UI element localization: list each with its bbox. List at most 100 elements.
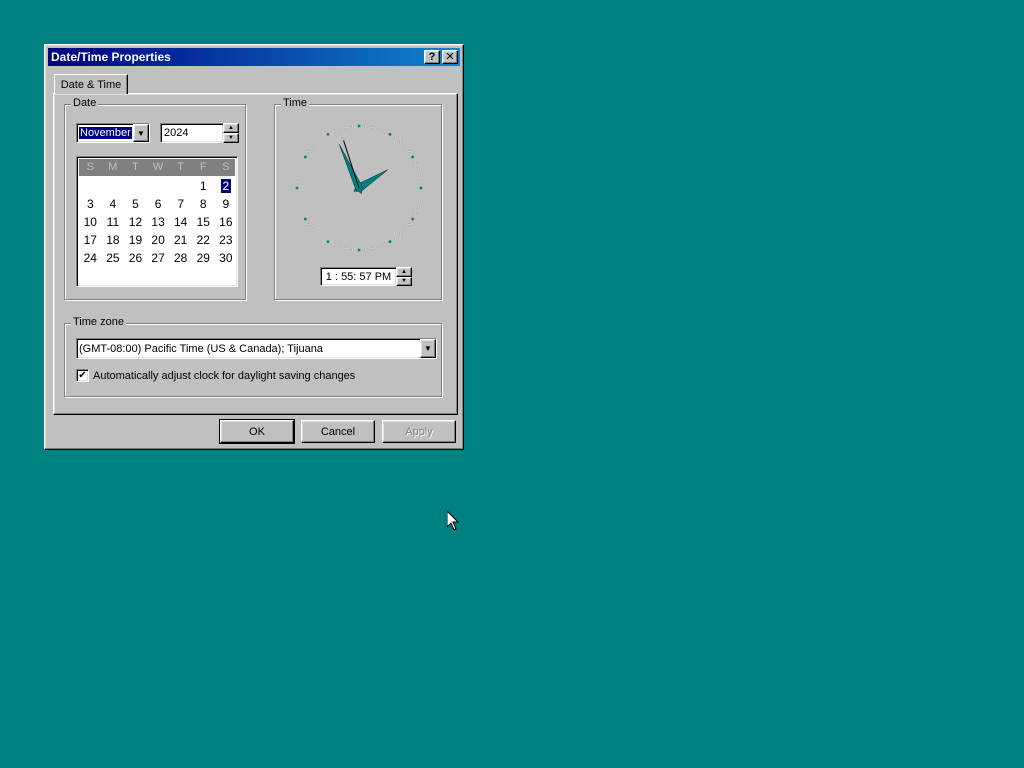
calendar-day[interactable]: 19 — [124, 231, 147, 249]
window-title: Date/Time Properties — [51, 50, 171, 64]
calendar-day[interactable]: 1 — [192, 177, 215, 195]
calendar-day[interactable]: 21 — [169, 231, 192, 249]
month-dropdown[interactable]: November ▼ — [76, 123, 150, 143]
calendar-day[interactable]: 23 — [215, 231, 238, 249]
clock-hour-mark — [357, 248, 361, 252]
calendar-day[interactable]: 17 — [79, 231, 102, 249]
timezone-dropdown-button[interactable]: ▼ — [420, 339, 436, 358]
clock-minute-mark — [364, 125, 367, 128]
calendar-empty-cell — [124, 177, 147, 195]
clock-minute-mark — [316, 233, 319, 235]
timezone-dropdown[interactable]: (GMT-08:00) Pacific Time (US & Canada); … — [76, 338, 437, 359]
time-group-label: Time — [281, 97, 310, 109]
calendar-day[interactable]: 26 — [124, 249, 147, 267]
calendar-day[interactable]: 10 — [79, 213, 102, 231]
clock-hour-mark — [419, 186, 423, 190]
clock-minute-mark — [296, 180, 299, 183]
year-down-button[interactable]: ▼ — [223, 133, 239, 143]
clock-minute-mark — [338, 246, 341, 248]
time-up-button[interactable]: ▲ — [396, 267, 412, 277]
calendar-day[interactable]: 22 — [192, 231, 215, 249]
weekday-label: F — [199, 161, 207, 173]
arrow-up-icon: ▲ — [228, 125, 234, 131]
calendar-empty-cell — [79, 177, 102, 195]
time-down-button[interactable]: ▼ — [396, 276, 412, 286]
calendar-day[interactable]: 7 — [169, 195, 192, 213]
clock-minute-mark — [377, 246, 380, 248]
calendar-empty-cell — [169, 177, 192, 195]
clock-minute-mark — [399, 233, 402, 235]
clock-minute-mark — [417, 206, 419, 209]
year-spinner[interactable]: ▲ ▼ — [223, 123, 239, 143]
dst-label: Automatically adjust clock for daylight … — [93, 369, 356, 382]
calendar-day[interactable]: 13 — [147, 213, 170, 231]
cancel-button[interactable]: Cancel — [301, 420, 375, 443]
calendar-day[interactable]: 30 — [215, 249, 238, 267]
calendar-day[interactable]: 29 — [192, 249, 215, 267]
calendar-day[interactable]: 6 — [147, 195, 170, 213]
year-up-button[interactable]: ▲ — [223, 123, 239, 133]
year-field[interactable]: 2024 — [160, 123, 224, 143]
weekday-label: S — [86, 161, 94, 173]
clock-hour-mark — [295, 186, 299, 190]
arrow-down-icon: ▼ — [228, 135, 234, 141]
date-time-properties-window: Date/Time Properties ? ✕ Date & Time Dat… — [44, 44, 464, 450]
time-spinner[interactable]: ▲ ▼ — [396, 267, 412, 286]
calendar-day[interactable]: 16 — [215, 213, 238, 231]
clock-minute-mark — [316, 141, 319, 143]
calendar-day[interactable]: 8 — [192, 195, 215, 213]
clock-minute-mark — [301, 161, 304, 164]
calendar-day[interactable]: 15 — [192, 213, 215, 231]
tab-date-time[interactable]: Date & Time — [54, 74, 128, 94]
clock-minute-mark — [404, 228, 406, 231]
calendar-day[interactable]: 2 — [220, 179, 232, 193]
time-value: 1 : 55: 57 PM — [325, 270, 392, 283]
calendar-day[interactable]: 3 — [79, 195, 102, 213]
dst-checkbox-row[interactable]: ✔ Automatically adjust clock for dayligh… — [76, 369, 355, 382]
calendar-day[interactable]: 11 — [102, 213, 125, 231]
calendar-day[interactable]: 5 — [124, 195, 147, 213]
apply-label: Apply — [405, 425, 433, 438]
calendar-day[interactable]: 28 — [169, 249, 192, 267]
calendar-day[interactable]: 27 — [147, 249, 170, 267]
clock-minute-mark — [321, 237, 324, 240]
clock-minute-mark — [299, 206, 301, 209]
calendar-day[interactable]: 20 — [147, 231, 170, 249]
calendar-day[interactable]: 14 — [169, 213, 192, 231]
calendar-day[interactable]: 9 — [215, 195, 238, 213]
calendar-day[interactable]: 12 — [124, 213, 147, 231]
chevron-down-icon: ▼ — [137, 128, 145, 138]
calendar-day[interactable]: 4 — [102, 195, 125, 213]
close-button[interactable]: ✕ — [442, 50, 458, 64]
weekday-label: S — [222, 161, 230, 173]
clock-minute-mark — [383, 130, 386, 133]
calendar-day[interactable]: 25 — [102, 249, 125, 267]
clock-minute-mark — [321, 136, 324, 139]
clock-minute-mark — [296, 193, 299, 196]
clock-minute-mark — [297, 174, 300, 177]
calendar[interactable]: SMTWTFS 1 2 3 4 5 6 7 8 9 10 11 12 13 14 15 16 17 18 19 20 2… — [76, 156, 238, 287]
close-icon: ✕ — [445, 50, 455, 63]
calendar-days[interactable]: 1 2 3 4 5 6 7 8 9 10 11 12 13 14 15 16 17 18 19 20 21 22 23 24 2… — [79, 177, 235, 267]
arrow-up-icon: ▲ — [401, 268, 407, 275]
time-field[interactable]: 1 : 55: 57 PM — [320, 267, 397, 286]
help-button[interactable]: ? — [424, 50, 440, 64]
tab-date-time-label: Date & Time — [60, 78, 122, 91]
calendar-day[interactable]: 18 — [102, 231, 125, 249]
apply-button[interactable]: Apply — [382, 420, 456, 443]
calendar-empty-cell — [147, 177, 170, 195]
timezone-value: (GMT-08:00) Pacific Time (US & Canada); … — [79, 342, 323, 355]
month-dropdown-button[interactable]: ▼ — [133, 124, 149, 142]
title-bar[interactable]: Date/Time Properties ? ✕ — [48, 48, 460, 66]
clock-minute-mark — [299, 167, 301, 170]
clock-minute-mark — [419, 193, 422, 196]
clock-minute-mark — [414, 212, 417, 215]
dst-checkbox[interactable]: ✔ — [76, 369, 89, 382]
ok-button[interactable]: OK — [219, 419, 295, 444]
clock-minute-mark — [377, 128, 380, 130]
ok-label: OK — [249, 425, 265, 438]
calendar-day[interactable]: 24 — [79, 249, 102, 267]
clock-hands — [338, 140, 388, 195]
weekday-label: W — [152, 161, 164, 173]
clock-minute-mark — [383, 243, 386, 246]
